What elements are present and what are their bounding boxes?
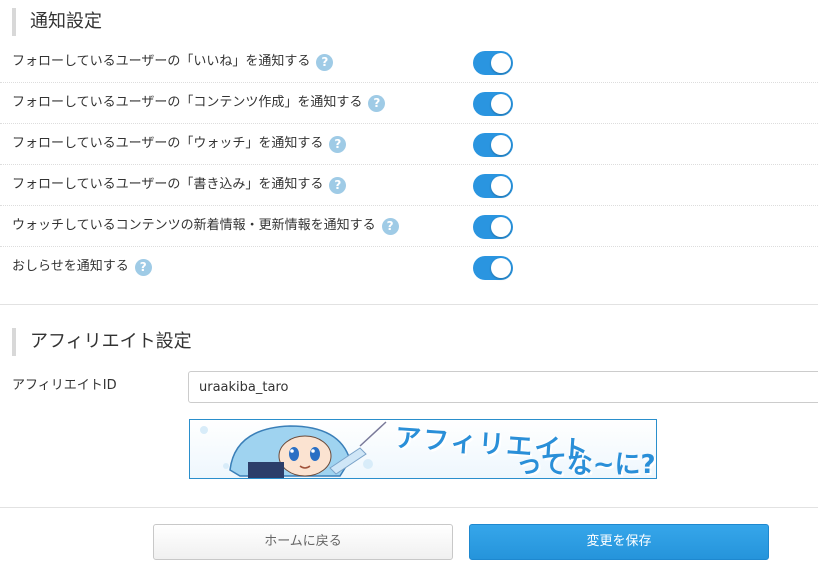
bubble: [223, 463, 229, 469]
eye-highlight: [311, 449, 315, 453]
save-button[interactable]: 変更を保存: [469, 524, 769, 560]
help-icon[interactable]: ?: [381, 217, 399, 235]
banner-character-illustration: [200, 421, 387, 478]
toggle-knob: [491, 217, 511, 237]
affiliate-section-title: アフィリエイト設定: [12, 328, 192, 356]
toggle-knob: [491, 135, 511, 155]
bubble: [200, 426, 208, 434]
affiliate-id-label: アフィリエイトID: [12, 378, 117, 393]
toggle-switch[interactable]: [473, 133, 513, 157]
toggle-knob: [491, 258, 511, 278]
toggle-switch[interactable]: [473, 174, 513, 198]
help-icon[interactable]: ?: [316, 53, 334, 71]
section-divider: [0, 304, 818, 305]
affiliate-banner[interactable]: アフィリエイト ってな~に?: [189, 419, 657, 479]
character-body: [248, 462, 284, 478]
toggle-knob: [491, 53, 511, 73]
toggle-knob: [491, 176, 511, 196]
wand: [359, 421, 387, 447]
notification-label: フォローしているユーザーの「いいね」を通知する: [12, 54, 311, 69]
toggle-switch[interactable]: [473, 215, 513, 239]
notification-row-likes: フォローしているユーザーの「いいね」を通知する ?: [0, 42, 818, 83]
toggle-switch[interactable]: [473, 92, 513, 116]
notification-row-posts: フォローしているユーザーの「書き込み」を通知する ?: [0, 165, 818, 206]
footer-divider: [0, 507, 818, 508]
notification-label: ウォッチしているコンテンツの新着情報・更新情報を通知する: [12, 218, 376, 233]
notification-label: フォローしているユーザーの「ウォッチ」を通知する: [12, 136, 324, 151]
notification-row-watch: フォローしているユーザーの「ウォッチ」を通知する ?: [0, 124, 818, 165]
toggle-switch[interactable]: [473, 51, 513, 75]
help-icon[interactable]: ?: [368, 94, 386, 112]
notification-label: おしらせを通知する: [12, 259, 129, 274]
notification-row-content-create: フォローしているユーザーの「コンテンツ作成」を通知する ?: [0, 83, 818, 124]
help-icon[interactable]: ?: [329, 135, 347, 153]
notifications-section-title: 通知設定: [12, 8, 102, 36]
toggle-switch[interactable]: [473, 256, 513, 280]
help-icon[interactable]: ?: [134, 258, 152, 276]
home-button[interactable]: ホームに戻る: [153, 524, 453, 560]
banner-text-line2: ってな~に?: [516, 450, 656, 479]
notification-label: フォローしているユーザーの「書き込み」を通知する: [12, 177, 324, 192]
eye-highlight: [290, 449, 294, 453]
notification-row-watched-updates: ウォッチしているコンテンツの新着情報・更新情報を通知する ?: [0, 206, 818, 247]
affiliate-id-input[interactable]: [188, 371, 818, 403]
character-eye: [310, 447, 320, 461]
character-face: [278, 435, 332, 477]
help-icon[interactable]: ?: [329, 176, 347, 194]
character-eye: [289, 447, 299, 461]
notification-row-announcements: おしらせを通知する ?: [0, 247, 818, 288]
bubble: [363, 459, 373, 469]
notification-label: フォローしているユーザーの「コンテンツ作成」を通知する: [12, 95, 363, 110]
toggle-knob: [491, 94, 511, 114]
